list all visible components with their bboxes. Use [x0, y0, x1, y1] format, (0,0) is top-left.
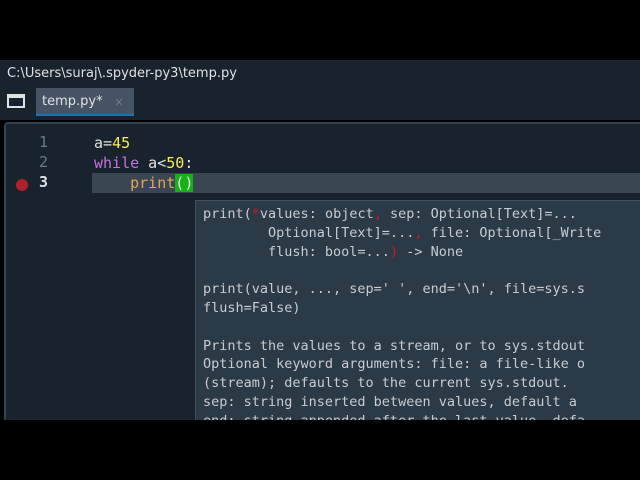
letterbox-bottom: [0, 420, 640, 480]
line-number: 2: [38, 153, 48, 171]
doc-line: sep: string inserted between values, def…: [203, 393, 577, 410]
doc-line: Optional keyword arguments: file: a file…: [203, 356, 586, 373]
signature-line-3: flush: bool=...) -> None: [203, 243, 464, 260]
code-line-1: a=45: [94, 134, 131, 152]
line-number: 1: [38, 133, 48, 151]
signature-line-2: Optional[Text]=..., file: Optional[_Writ…: [203, 224, 602, 241]
signature-line-1: print(*values: object, sep: Optional[Tex…: [203, 206, 577, 222]
doc-line: print(value, ..., sep=' ', end='\n', fil…: [203, 281, 586, 298]
tab-label: temp.py*: [42, 94, 103, 109]
calltip-tooltip: print(*values: object, sep: Optional[Tex…: [195, 200, 640, 422]
code-line-3: print(): [130, 174, 194, 192]
line-number: 3: [38, 173, 48, 191]
doc-line: flush=False): [203, 299, 301, 316]
doc-line: (stream); defaults to the current sys.st…: [203, 375, 569, 392]
tab-bar: temp.py* ×: [0, 88, 640, 120]
close-icon[interactable]: ×: [114, 88, 124, 116]
file-path: C:\Users\suraj\.spyder-py3\temp.py: [0, 60, 640, 88]
tab-temp-py[interactable]: temp.py* ×: [36, 88, 134, 116]
code-line-2: while a<50:: [94, 154, 194, 172]
doc-line: Prints the values to a stream, or to sys…: [203, 337, 586, 354]
browse-tabs-icon[interactable]: [7, 94, 25, 108]
